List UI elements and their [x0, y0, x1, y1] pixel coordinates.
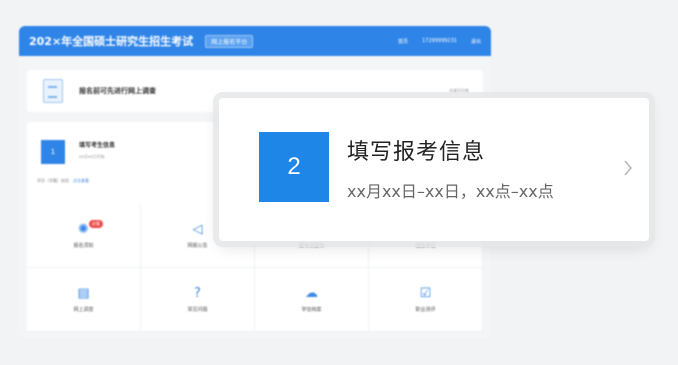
- step-title-1: 填写考生信息: [79, 142, 116, 149]
- clipboard-icon: ▤: [77, 285, 90, 301]
- grid-item-label: 职业测评: [415, 306, 436, 313]
- step-meta-link[interactable]: 点击查看: [73, 178, 89, 184]
- step-number-1: 1: [41, 140, 65, 164]
- nav-logout[interactable]: 退出: [471, 38, 481, 45]
- grid-item-label: 招生单位: [415, 242, 436, 249]
- step-title-2: 填写报考信息: [347, 140, 486, 165]
- lightbulb-icon: ✺: [78, 221, 89, 237]
- step-time-range: xx月xx日–xx日，xx点–xx点: [347, 182, 554, 201]
- step-meta-label: 学历（学籍）校验: [37, 178, 69, 183]
- cloud-icon: ☁: [305, 285, 318, 301]
- step-meta: 学历（学籍）校验 点击查看: [37, 178, 89, 184]
- survey-label: 报名前可先进行网上调查: [79, 87, 156, 95]
- question-icon: ?: [194, 285, 201, 301]
- grid-item-faq[interactable]: ? 常见问题: [141, 268, 255, 332]
- survey-link[interactable]: 去填写问卷: [449, 88, 469, 94]
- nav-home[interactable]: 首页: [398, 38, 408, 45]
- grid-item-label: 常见问题: [187, 306, 208, 313]
- grid-item-notice[interactable]: ✺ 必看 报名须知: [27, 204, 141, 268]
- document-icon: [43, 79, 63, 103]
- app-header: 202×年全国硕士研究生招生考试 网上报名平台 首页 17299999231 退…: [19, 26, 491, 56]
- step-number-2: 2: [259, 132, 329, 202]
- app-title: 202×年全国硕士研究生招生考试: [29, 35, 194, 48]
- nav-user-id[interactable]: 17299999231: [422, 38, 457, 44]
- grid-item-archive[interactable]: ☁ 学信档案: [255, 268, 369, 332]
- screenshot-frame: 202×年全国硕士研究生招生考试 网上报名平台 首页 17299999231 退…: [0, 0, 678, 365]
- step-subtitle-1: xx月xx日开始: [79, 154, 105, 159]
- grid-item-career-test[interactable]: ☑ 职业测评: [369, 268, 483, 332]
- grid-item-label: 网上调查: [73, 306, 94, 313]
- grid-item-label: 学信档案: [301, 306, 322, 313]
- platform-badge: 网上报名平台: [205, 34, 254, 48]
- grid-item-label: 报考点查询: [298, 242, 324, 249]
- grid-item-survey[interactable]: ▤ 网上调查: [27, 268, 141, 332]
- grid-item-label: 网报公告: [187, 242, 208, 249]
- grid-item-label: 报名须知: [73, 242, 94, 249]
- step-card-2[interactable]: 2 填写报考信息 xx月xx日–xx日，xx点–xx点: [219, 98, 649, 241]
- checklist-icon: ☑: [419, 285, 432, 301]
- megaphone-icon: ◁: [192, 221, 203, 237]
- hot-badge: 必看: [89, 220, 103, 228]
- chevron-right-icon: [624, 160, 633, 176]
- header-nav: 首页 17299999231 退出: [398, 38, 481, 45]
